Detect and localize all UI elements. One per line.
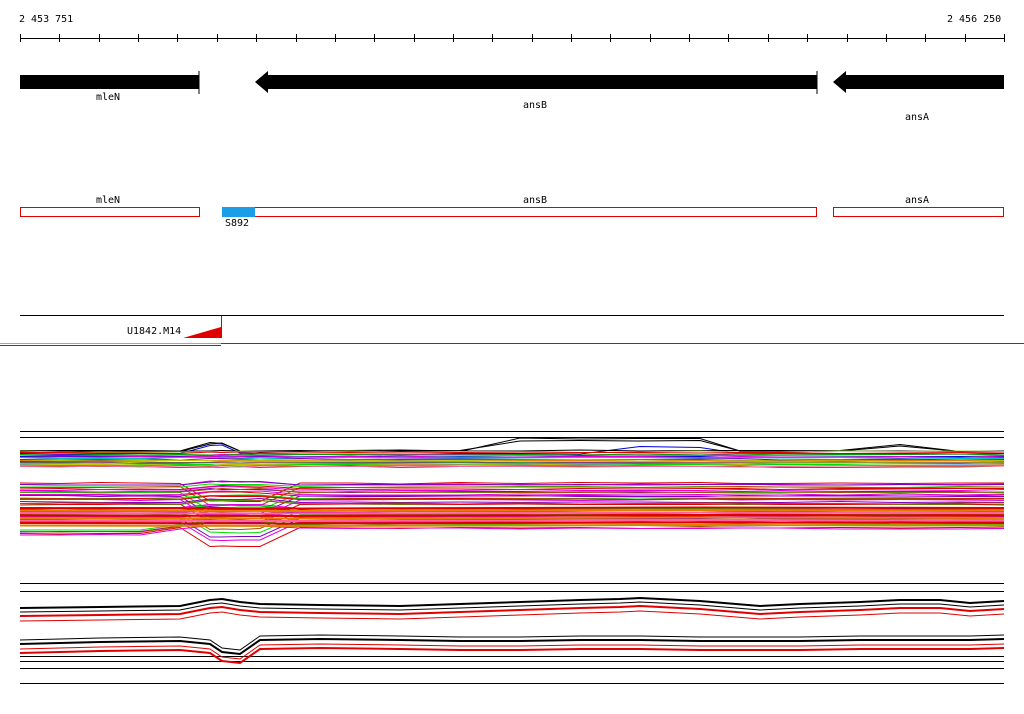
expression-profiles [19,431,1005,684]
profile-band-line [19,523,1005,528]
profile-line-black [19,634,1005,651]
profile-band-line [19,518,1005,523]
profile-band-line [19,508,1005,513]
profile-band-line [19,516,1005,520]
genome-browser-view: 2 453 751 2 456 250 mleN ansB ansA mleN … [0,0,1024,714]
profile-band-line [19,511,1005,515]
profile-band-line [19,513,1005,518]
profile-band-line [19,506,1005,510]
profile-line-red [19,646,1005,665]
profile-band-line [19,521,1005,525]
profile-line [19,437,1005,454]
profile-line [19,526,1005,548]
profile-line [19,456,1004,460]
profile-line [20,524,1005,536]
profile-line-red [19,610,1005,622]
profile-line-red [19,604,1005,617]
